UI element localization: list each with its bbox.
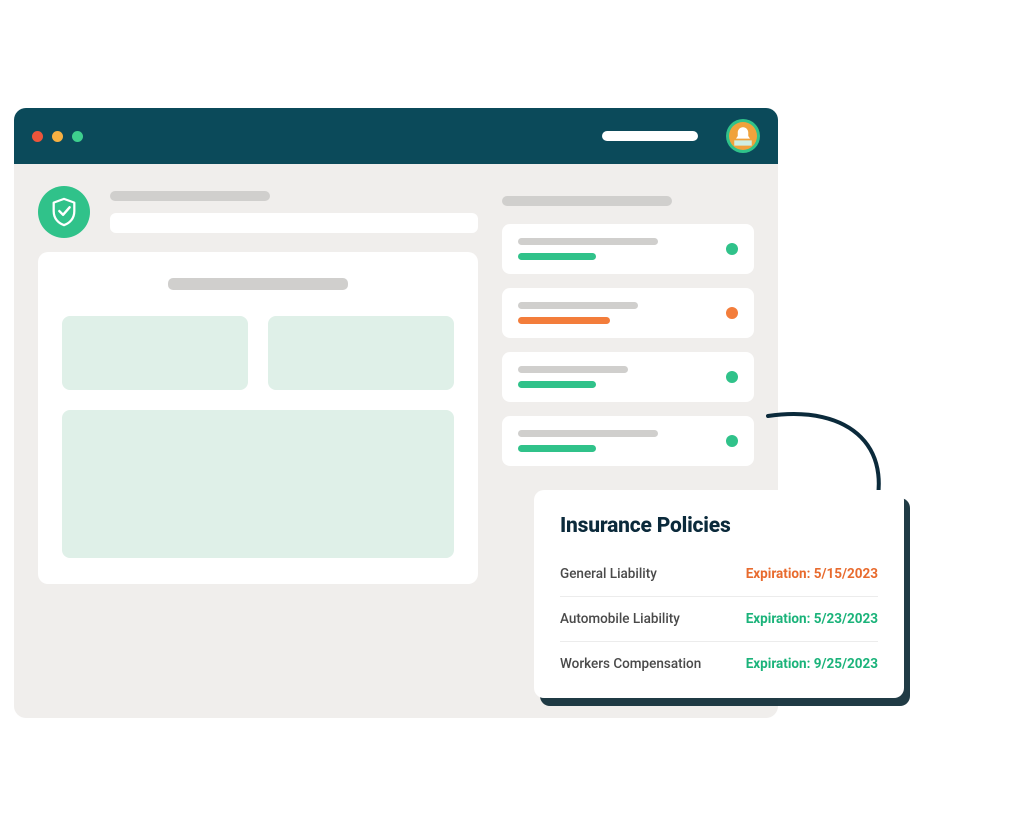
- main-column: [38, 186, 478, 584]
- card-heading-placeholder: [168, 278, 348, 290]
- page-subtitle-placeholder: [110, 213, 478, 233]
- list-item-line: [518, 430, 658, 437]
- status-dot-icon: [726, 307, 738, 319]
- list-item-text: [518, 238, 716, 260]
- status-list-item[interactable]: [502, 416, 754, 466]
- policy-name: Workers Compensation: [560, 656, 701, 672]
- brand-logo: [38, 186, 90, 238]
- side-section-title-placeholder: [502, 196, 672, 206]
- policy-row[interactable]: Automobile Liability Expiration: 5/23/20…: [560, 597, 878, 642]
- panel-title: Insurance Policies: [560, 514, 878, 538]
- status-list-item[interactable]: [502, 224, 754, 274]
- list-item-status-line: [518, 445, 596, 452]
- policy-row[interactable]: Workers Compensation Expiration: 9/25/20…: [560, 642, 878, 686]
- list-item-status-line: [518, 317, 610, 324]
- policy-expiration: Expiration: 5/15/2023: [746, 566, 878, 582]
- summary-tile-wide[interactable]: [62, 410, 454, 558]
- status-dot-icon: [726, 435, 738, 447]
- status-list-item[interactable]: [502, 288, 754, 338]
- header-row: [38, 186, 478, 238]
- policy-expiration: Expiration: 9/25/2023: [746, 656, 878, 672]
- address-bar[interactable]: [602, 131, 698, 141]
- list-item-text: [518, 366, 716, 388]
- policy-row[interactable]: General Liability Expiration: 5/15/2023: [560, 552, 878, 597]
- maximize-icon[interactable]: [72, 131, 83, 142]
- status-dot-icon: [726, 243, 738, 255]
- insurance-policies-panel: Insurance Policies General Liability Exp…: [534, 490, 904, 698]
- list-item-text: [518, 302, 716, 324]
- close-icon[interactable]: [32, 131, 43, 142]
- minimize-icon[interactable]: [52, 131, 63, 142]
- list-item-text: [518, 430, 716, 452]
- policy-expiration: Expiration: 5/23/2023: [746, 611, 878, 627]
- list-item-line: [518, 366, 628, 373]
- bell-icon: [729, 122, 757, 150]
- page-title-placeholder: [110, 191, 270, 201]
- shield-check-icon: [49, 197, 79, 227]
- summary-tile[interactable]: [268, 316, 454, 390]
- policy-name: Automobile Liability: [560, 611, 680, 627]
- window-controls: [32, 131, 83, 142]
- list-item-status-line: [518, 253, 596, 260]
- status-dot-icon: [726, 371, 738, 383]
- summary-tile[interactable]: [62, 316, 248, 390]
- list-item-line: [518, 238, 658, 245]
- window-titlebar: [14, 108, 778, 164]
- list-item-line: [518, 302, 638, 309]
- main-card: [38, 252, 478, 584]
- avatar[interactable]: [726, 119, 760, 153]
- header-texts: [110, 191, 478, 233]
- list-item-status-line: [518, 381, 596, 388]
- status-list-item[interactable]: [502, 352, 754, 402]
- tiles-row: [62, 316, 454, 390]
- policy-name: General Liability: [560, 566, 657, 582]
